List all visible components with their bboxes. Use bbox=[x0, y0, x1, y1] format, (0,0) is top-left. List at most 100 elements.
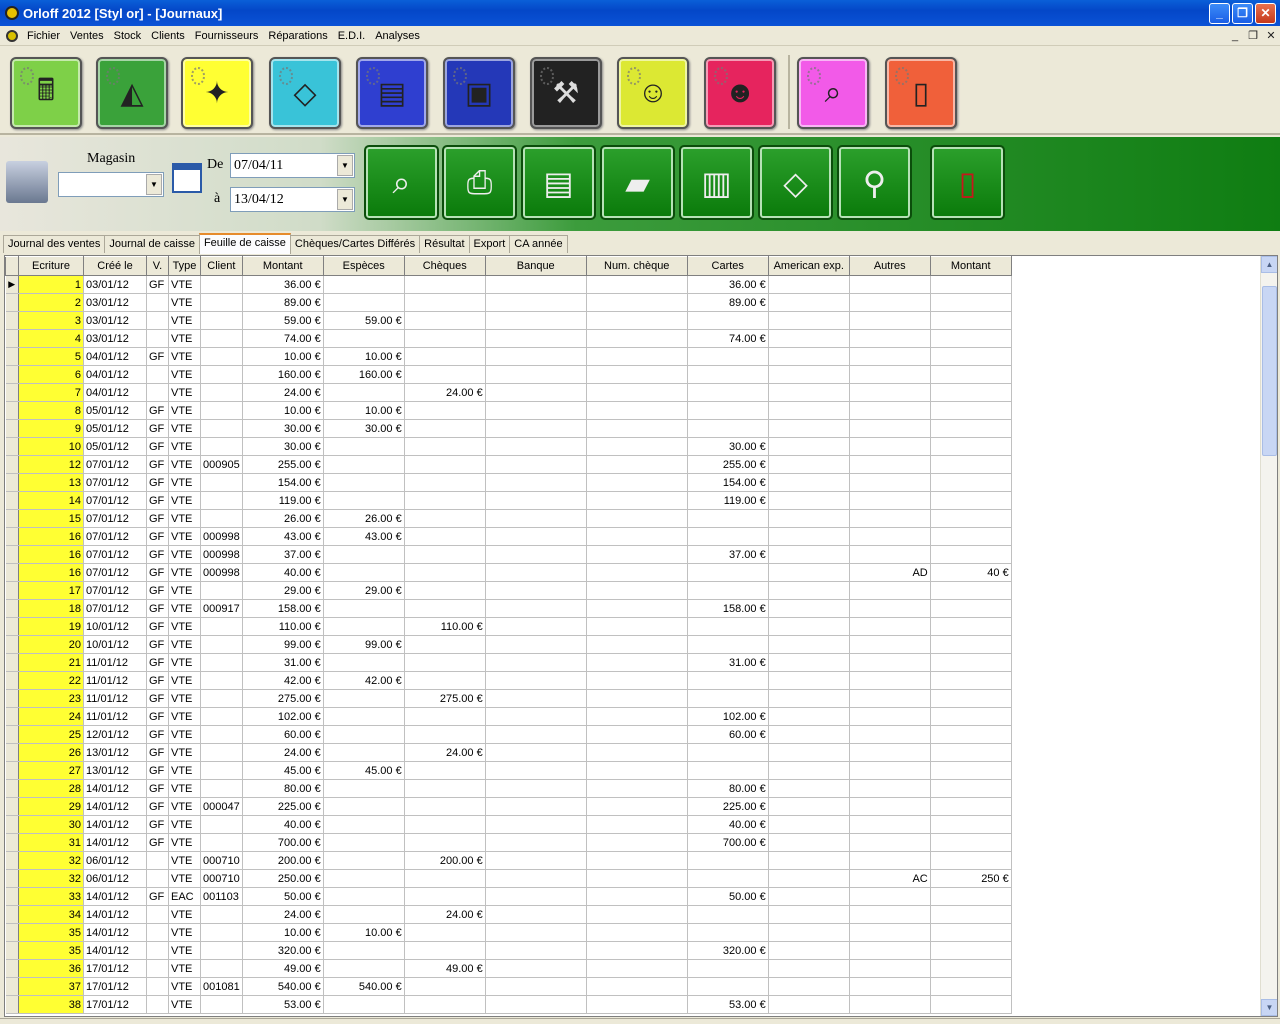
cell-autres[interactable] bbox=[849, 905, 931, 924]
cell-cartes[interactable]: 102.00 € bbox=[687, 707, 769, 726]
table-row[interactable]: 4 03/01/12 VTE 74.00 € 74.00 € bbox=[5, 329, 1012, 348]
cell-ecriture[interactable]: 13 bbox=[18, 473, 84, 492]
cell-esp-ces[interactable]: 43.00 € bbox=[323, 527, 405, 546]
cell-banque[interactable] bbox=[485, 527, 587, 546]
cell-num-ch-que[interactable] bbox=[586, 617, 688, 636]
cell-client[interactable]: 000710 bbox=[200, 869, 243, 888]
cell-num-ch-que[interactable] bbox=[586, 887, 688, 906]
cell-autres[interactable] bbox=[849, 491, 931, 510]
cell-montant[interactable] bbox=[930, 905, 1012, 924]
cell-type[interactable]: VTE bbox=[168, 347, 201, 366]
cell-v-[interactable]: GF bbox=[146, 689, 169, 708]
cell-montant[interactable]: 102.00 € bbox=[242, 707, 324, 726]
cell-ecriture[interactable]: 15 bbox=[18, 509, 84, 528]
menu-item-1[interactable]: Ventes bbox=[65, 30, 109, 42]
cell-client[interactable] bbox=[200, 311, 243, 330]
cell-ecriture[interactable]: 27 bbox=[18, 761, 84, 780]
toolbar-button-analysis-magnifier[interactable]: ⌕ bbox=[797, 57, 869, 129]
magasin-select[interactable]: ▼ bbox=[58, 172, 164, 197]
cell-cartes[interactable]: 30.00 € bbox=[687, 437, 769, 456]
cell-ecriture[interactable]: 26 bbox=[18, 743, 84, 762]
cell-esp-ces[interactable] bbox=[323, 545, 405, 564]
table-row[interactable]: 15 07/01/12 GF VTE 26.00 €26.00 € bbox=[5, 509, 1012, 528]
table-row[interactable]: 16 07/01/12 GF VTE 000998 43.00 €43.00 € bbox=[5, 527, 1012, 546]
cell-banque[interactable] bbox=[485, 923, 587, 942]
cell-v-[interactable]: GF bbox=[146, 563, 169, 582]
cell-num-ch-que[interactable] bbox=[586, 473, 688, 492]
table-row[interactable]: 18 07/01/12 GF VTE 000917 158.00 €158.00 € bbox=[5, 599, 1012, 618]
cell-ecriture[interactable]: 6 bbox=[18, 365, 84, 384]
cell-autres[interactable] bbox=[849, 599, 931, 618]
cell-v-[interactable]: GF bbox=[146, 581, 169, 600]
row-indicator[interactable] bbox=[5, 599, 19, 618]
cell-client[interactable]: 001081 bbox=[200, 977, 243, 996]
cell-cartes[interactable] bbox=[687, 671, 769, 690]
cell-type[interactable]: VTE bbox=[168, 581, 201, 600]
cell-cr-le[interactable]: 05/01/12 bbox=[83, 419, 147, 438]
cell-cartes[interactable]: 31.00 € bbox=[687, 653, 769, 672]
cell-ecriture[interactable]: 29 bbox=[18, 797, 84, 816]
cell-montant[interactable] bbox=[930, 923, 1012, 942]
cell-num-ch-que[interactable] bbox=[586, 383, 688, 402]
cell-type[interactable]: VTE bbox=[168, 419, 201, 438]
row-indicator[interactable] bbox=[5, 653, 19, 672]
cell-ecriture[interactable]: 9 bbox=[18, 419, 84, 438]
cell-type[interactable]: VTE bbox=[168, 383, 201, 402]
cell-v-[interactable]: GF bbox=[146, 815, 169, 834]
cell-autres[interactable] bbox=[849, 347, 931, 366]
row-indicator[interactable] bbox=[5, 383, 19, 402]
table-row[interactable]: 6 04/01/12 VTE 160.00 €160.00 € bbox=[5, 365, 1012, 384]
cell-type[interactable]: VTE bbox=[168, 491, 201, 510]
cell-client[interactable] bbox=[200, 725, 243, 744]
cell-american-exp-[interactable] bbox=[768, 437, 850, 456]
cell-cr-le[interactable]: 04/01/12 bbox=[83, 365, 147, 384]
cell-montant[interactable] bbox=[930, 527, 1012, 546]
cell-client[interactable] bbox=[200, 365, 243, 384]
column-header-6[interactable]: Espèces bbox=[322, 256, 405, 276]
table-row[interactable]: 23 11/01/12 GF VTE 275.00 € 275.00 € bbox=[5, 689, 1012, 708]
mdi-minimize-icon[interactable]: _ bbox=[1226, 28, 1244, 44]
cell-client[interactable] bbox=[200, 347, 243, 366]
tab-3[interactable]: Chèques/Cartes Différés bbox=[289, 235, 421, 253]
cell-esp-ces[interactable] bbox=[323, 725, 405, 744]
cell-autres[interactable] bbox=[849, 761, 931, 780]
cell-banque[interactable] bbox=[485, 311, 587, 330]
cell-num-ch-que[interactable] bbox=[586, 509, 688, 528]
column-header-2[interactable]: V. bbox=[146, 256, 169, 276]
cell-ch-ques[interactable] bbox=[404, 725, 486, 744]
cell-cr-le[interactable]: 14/01/12 bbox=[83, 797, 147, 816]
table-row[interactable]: 33 14/01/12 GF EAC 001103 50.00 €50.00 € bbox=[5, 887, 1012, 906]
cell-cr-le[interactable]: 03/01/12 bbox=[83, 311, 147, 330]
cell-ch-ques[interactable] bbox=[404, 563, 486, 582]
cell-montant[interactable]: 225.00 € bbox=[242, 797, 324, 816]
cell-cr-le[interactable]: 07/01/12 bbox=[83, 581, 147, 600]
cell-cr-le[interactable]: 11/01/12 bbox=[83, 689, 147, 708]
row-indicator[interactable] bbox=[5, 887, 19, 906]
cell-banque[interactable] bbox=[485, 761, 587, 780]
cell-banque[interactable] bbox=[485, 563, 587, 582]
cell-autres[interactable] bbox=[849, 311, 931, 330]
row-indicator[interactable] bbox=[5, 761, 19, 780]
menu-item-7[interactable]: Analyses bbox=[370, 30, 425, 42]
cell-american-exp-[interactable] bbox=[768, 869, 850, 888]
row-indicator[interactable] bbox=[5, 833, 19, 852]
row-indicator[interactable] bbox=[5, 743, 19, 762]
cell-ch-ques[interactable] bbox=[404, 545, 486, 564]
cell-american-exp-[interactable] bbox=[768, 653, 850, 672]
cell-cr-le[interactable]: 07/01/12 bbox=[83, 527, 147, 546]
cell-cartes[interactable] bbox=[687, 851, 769, 870]
cell-montant[interactable] bbox=[930, 275, 1012, 294]
cell-v-[interactable]: GF bbox=[146, 509, 169, 528]
cell-cartes[interactable]: 89.00 € bbox=[687, 293, 769, 312]
cell-client[interactable] bbox=[200, 635, 243, 654]
cell-num-ch-que[interactable] bbox=[586, 635, 688, 654]
cell-ecriture[interactable]: 3 bbox=[18, 311, 84, 330]
cell-banque[interactable] bbox=[485, 671, 587, 690]
row-indicator[interactable] bbox=[5, 869, 19, 888]
cell-cr-le[interactable]: 03/01/12 bbox=[83, 293, 147, 312]
cell-montant[interactable] bbox=[930, 815, 1012, 834]
cell-esp-ces[interactable]: 29.00 € bbox=[323, 581, 405, 600]
cell-type[interactable]: VTE bbox=[168, 743, 201, 762]
minimize-button[interactable]: _ bbox=[1209, 2, 1230, 24]
cell-cr-le[interactable]: 14/01/12 bbox=[83, 941, 147, 960]
